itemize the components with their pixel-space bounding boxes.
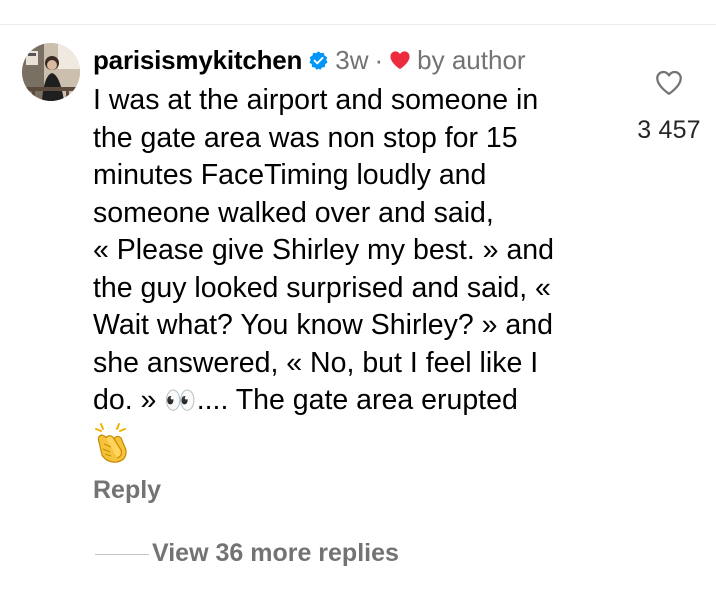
comment-body: I was at the airport and someone in the … bbox=[93, 82, 613, 420]
comment-line: I was at the airport and someone in bbox=[93, 84, 539, 116]
clapping-hands-emoji-icon: 👏 bbox=[93, 420, 127, 463]
replies-divider bbox=[95, 554, 149, 555]
username-link[interactable]: parisismykitchen bbox=[93, 45, 302, 76]
comment-meta: parisismykitchen 3w · by author bbox=[93, 40, 613, 80]
comment-line: she answered, « No, but I feel like I bbox=[93, 346, 539, 379]
comment-line: minutes FaceTiming loudly and bbox=[93, 159, 487, 191]
comment-line-part: do. » bbox=[93, 384, 165, 416]
comment-line: « Please give Shirley my best. » and bbox=[93, 234, 554, 266]
heart-outline-icon[interactable] bbox=[654, 68, 684, 98]
avatar[interactable] bbox=[22, 43, 80, 101]
view-more-replies-button[interactable]: View 36 more replies bbox=[152, 539, 399, 568]
by-author-label: by author bbox=[417, 44, 526, 75]
comment-line: Wait what? You know Shirley? » and bbox=[93, 309, 553, 341]
comment-line: the gate area was non stop for 15 bbox=[93, 121, 518, 154]
comment-line-last: do. » 👀.... The gate area erupted bbox=[93, 382, 613, 420]
comment-line-part: .... The gate area erupted bbox=[196, 384, 518, 416]
comment-time: 3w bbox=[335, 44, 369, 75]
meta-separator: · bbox=[374, 44, 384, 75]
eyes-emoji-icon: 👀 bbox=[164, 385, 197, 415]
comment-line: the guy looked surprised and said, « bbox=[93, 271, 551, 304]
liked-by-author-heart-icon bbox=[390, 51, 410, 70]
avatar-photo bbox=[22, 43, 80, 101]
like-count: 3 457 bbox=[637, 116, 701, 144]
top-divider bbox=[0, 24, 716, 25]
verified-badge-icon bbox=[309, 50, 328, 70]
comment: parisismykitchen 3w · by author I was at… bbox=[93, 40, 613, 420]
comment-line: someone walked over and said, bbox=[93, 196, 494, 229]
clap-emoji-text: 👏 bbox=[93, 420, 95, 421]
reply-button[interactable]: Reply bbox=[93, 476, 161, 505]
like-column: 3 457 bbox=[622, 68, 716, 145]
